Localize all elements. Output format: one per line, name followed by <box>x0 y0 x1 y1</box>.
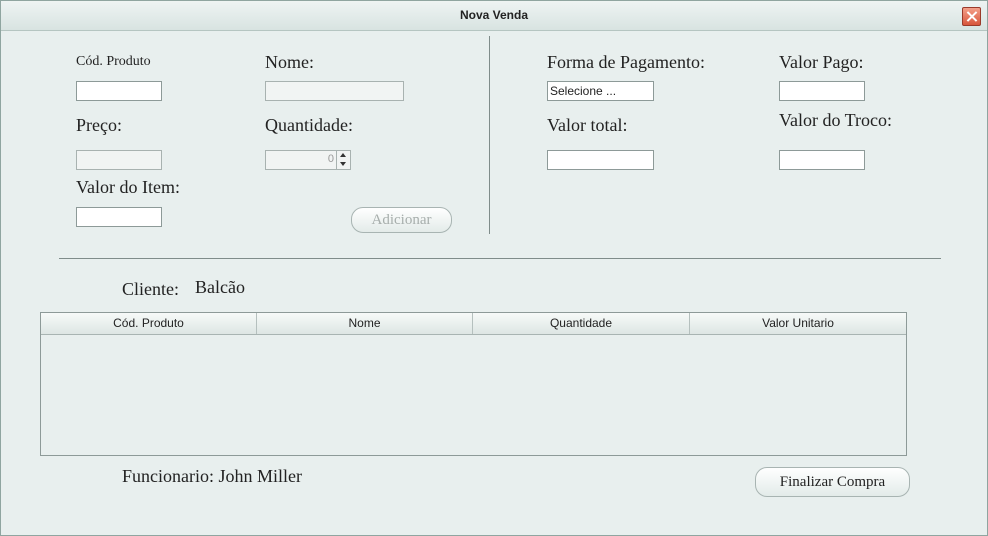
valor-troco-label: Valor do Troco: <box>779 110 893 130</box>
close-icon[interactable] <box>962 7 981 26</box>
cliente-value: Balcão <box>195 277 245 297</box>
valor-troco-input[interactable] <box>779 150 865 170</box>
valor-total-label: Valor total: <box>547 115 628 135</box>
funcionario-label: Funcionario: John Miller <box>122 466 302 486</box>
nova-venda-window: Nova Venda Cód. Produto Nome: Preço: Qua… <box>0 0 988 536</box>
cliente-label: Cliente: <box>122 279 179 299</box>
valor-total-input[interactable] <box>547 150 654 170</box>
quantidade-stepper[interactable]: 0 <box>265 150 351 170</box>
quantidade-value: 0 <box>327 153 334 165</box>
valor-item-input[interactable] <box>76 207 162 227</box>
nome-label: Nome: <box>265 52 314 72</box>
finalizar-compra-button[interactable]: Finalizar Compra <box>755 467 910 497</box>
forma-pagamento-label: Forma de Pagamento: <box>547 52 705 72</box>
cod-produto-label: Cód. Produto <box>76 54 151 69</box>
title-bar: Nova Venda <box>1 1 987 31</box>
stepper-arrows[interactable] <box>336 151 350 169</box>
valor-pago-label: Valor Pago: <box>779 52 864 72</box>
adicionar-button[interactable]: Adicionar <box>351 207 452 233</box>
forma-pagamento-select[interactable]: Selecione ... <box>547 81 654 101</box>
arrow-up-icon[interactable] <box>340 153 346 157</box>
preco-input[interactable] <box>76 150 162 170</box>
column-header-nome[interactable]: Nome <box>257 313 473 334</box>
quantidade-label: Quantidade: <box>265 115 353 135</box>
nome-input[interactable] <box>265 81 404 101</box>
preco-label: Preço: <box>76 115 122 135</box>
window-title: Nova Venda <box>459 8 529 22</box>
vertical-divider <box>489 36 490 234</box>
valor-item-label: Valor do Item: <box>76 177 180 197</box>
horizontal-divider <box>59 258 941 259</box>
valor-pago-input[interactable] <box>779 81 865 101</box>
table-header: Cód. Produto Nome Quantidade Valor Unita… <box>41 313 906 335</box>
itens-table[interactable]: Cód. Produto Nome Quantidade Valor Unita… <box>40 312 907 456</box>
column-header-valor-unitario[interactable]: Valor Unitario <box>690 313 906 334</box>
cod-produto-input[interactable] <box>76 81 162 101</box>
column-header-quantidade[interactable]: Quantidade <box>473 313 690 334</box>
arrow-down-icon[interactable] <box>340 162 346 166</box>
column-header-cod-produto[interactable]: Cód. Produto <box>41 313 257 334</box>
